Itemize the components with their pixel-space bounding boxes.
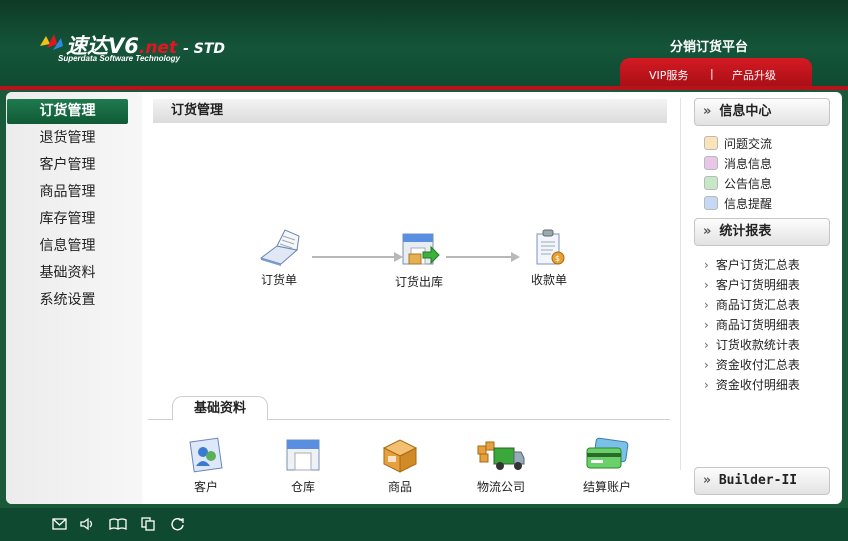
nav-item-basic-data[interactable]: 基础资料 [7, 261, 128, 286]
info-item-announcements[interactable]: 公告信息 [704, 175, 772, 191]
page-title: 订货管理 [153, 99, 667, 123]
header-tabbar: VIP服务 | 产品升级 [620, 58, 812, 88]
chevron-right-icon: › [704, 358, 709, 372]
report-customer-order-summary[interactable]: › 客户订货汇总表 [704, 256, 800, 273]
chevron-right-icon: › [704, 298, 709, 312]
notice-icon [704, 176, 718, 190]
flow-receipt-label: 收款单 [530, 273, 567, 287]
logo: 速达V6.net - STD Superdata Software Technol… [38, 30, 258, 64]
info-item-messages[interactable]: 消息信息 [704, 155, 772, 171]
nav-item-customer-management[interactable]: 客户管理 [7, 153, 128, 178]
basic-item-settlement[interactable]: 结算账户 [567, 436, 647, 495]
reminder-icon [704, 196, 718, 210]
basic-item-settlement-label: 结算账户 [582, 480, 631, 494]
book-icon[interactable] [109, 517, 127, 531]
flow-connector [446, 256, 512, 258]
chevron-right-icon: › [704, 378, 709, 392]
basic-item-product[interactable]: 商品 [360, 436, 440, 495]
basic-item-customer-label: 客户 [193, 480, 218, 494]
double-chevron-icon: » [703, 473, 711, 488]
info-item-discussion[interactable]: 问题交流 [704, 135, 772, 151]
nav-item-return-management[interactable]: 退货管理 [7, 126, 128, 151]
report-product-order-detail[interactable]: › 商品订货明细表 [704, 316, 800, 333]
copy-icon[interactable] [141, 517, 156, 531]
receipt-icon: $ [536, 229, 565, 265]
brand-subtitle: Superdata Software Technology [58, 54, 180, 63]
logo-swirl-icon [40, 34, 63, 50]
builder-ii-button[interactable]: » Builder-II [694, 467, 830, 495]
report-order-payment-stats[interactable]: › 订货收款统计表 [704, 336, 800, 353]
card-icon [586, 437, 629, 469]
chevron-right-icon: › [704, 318, 709, 332]
order-book-icon [259, 229, 300, 266]
report-fund-summary[interactable]: › 资金收付汇总表 [704, 356, 800, 373]
double-chevron-icon: » [703, 224, 712, 239]
product-box-icon [382, 439, 418, 473]
flow-warehouse-out-label: 订货出库 [394, 275, 443, 289]
basic-item-warehouse[interactable]: 仓库 [263, 436, 343, 495]
speaker-icon[interactable] [80, 517, 95, 531]
footer-bar [0, 508, 848, 541]
flow-receipt[interactable]: $ 收款单 [514, 228, 584, 288]
basic-item-customer[interactable]: 客户 [166, 436, 246, 495]
basic-item-product-label: 商品 [387, 480, 412, 494]
report-customer-order-detail[interactable]: › 客户订货明细表 [704, 276, 800, 293]
chevron-right-icon: › [704, 258, 709, 272]
nav-item-info-management[interactable]: 信息管理 [7, 234, 128, 259]
basic-item-logistics[interactable]: 物流公司 [461, 436, 541, 495]
stats-reports-header[interactable]: » 统计报表 [694, 218, 830, 246]
flow-warehouse-out[interactable]: 订货出库 [384, 230, 454, 290]
basic-item-logistics-label: 物流公司 [476, 480, 525, 494]
tab-basic-data[interactable]: 基础资料 [172, 396, 268, 420]
message-icon [704, 156, 718, 170]
customer-icon [189, 437, 223, 473]
refresh-icon[interactable] [170, 517, 185, 531]
vip-service-link[interactable]: VIP服务 [649, 67, 688, 83]
info-center-header[interactable]: » 信息中心 [694, 98, 830, 126]
nav-item-inventory-management[interactable]: 库存管理 [7, 207, 128, 232]
nav-item-order-management[interactable]: 订货管理 [7, 99, 128, 124]
info-item-reminders[interactable]: 信息提醒 [704, 195, 772, 211]
chevron-right-icon: › [704, 338, 709, 352]
platform-title: 分销订货平台 [670, 40, 749, 55]
header-divider [0, 86, 848, 90]
svg-text:$: $ [555, 254, 560, 263]
truck-icon [477, 441, 525, 470]
product-upgrade-link[interactable]: 产品升级 [732, 67, 776, 83]
double-chevron-icon: » [703, 104, 712, 119]
nav-item-system-settings[interactable]: 系统设置 [7, 288, 128, 313]
chat-icon [704, 136, 718, 150]
mail-icon[interactable] [52, 517, 67, 531]
report-fund-detail[interactable]: › 资金收付明细表 [704, 376, 800, 393]
flow-order[interactable]: 订货单 [244, 228, 314, 288]
chevron-right-icon: › [704, 278, 709, 292]
warehouse-icon [286, 439, 320, 471]
tab-separator: | [710, 67, 714, 80]
report-product-order-summary[interactable]: › 商品订货汇总表 [704, 296, 800, 313]
flow-order-label: 订货单 [260, 273, 297, 287]
right-divider [680, 98, 681, 470]
basic-item-warehouse-label: 仓库 [290, 480, 315, 494]
warehouse-out-icon [402, 233, 440, 265]
nav-item-product-management[interactable]: 商品管理 [7, 180, 128, 205]
